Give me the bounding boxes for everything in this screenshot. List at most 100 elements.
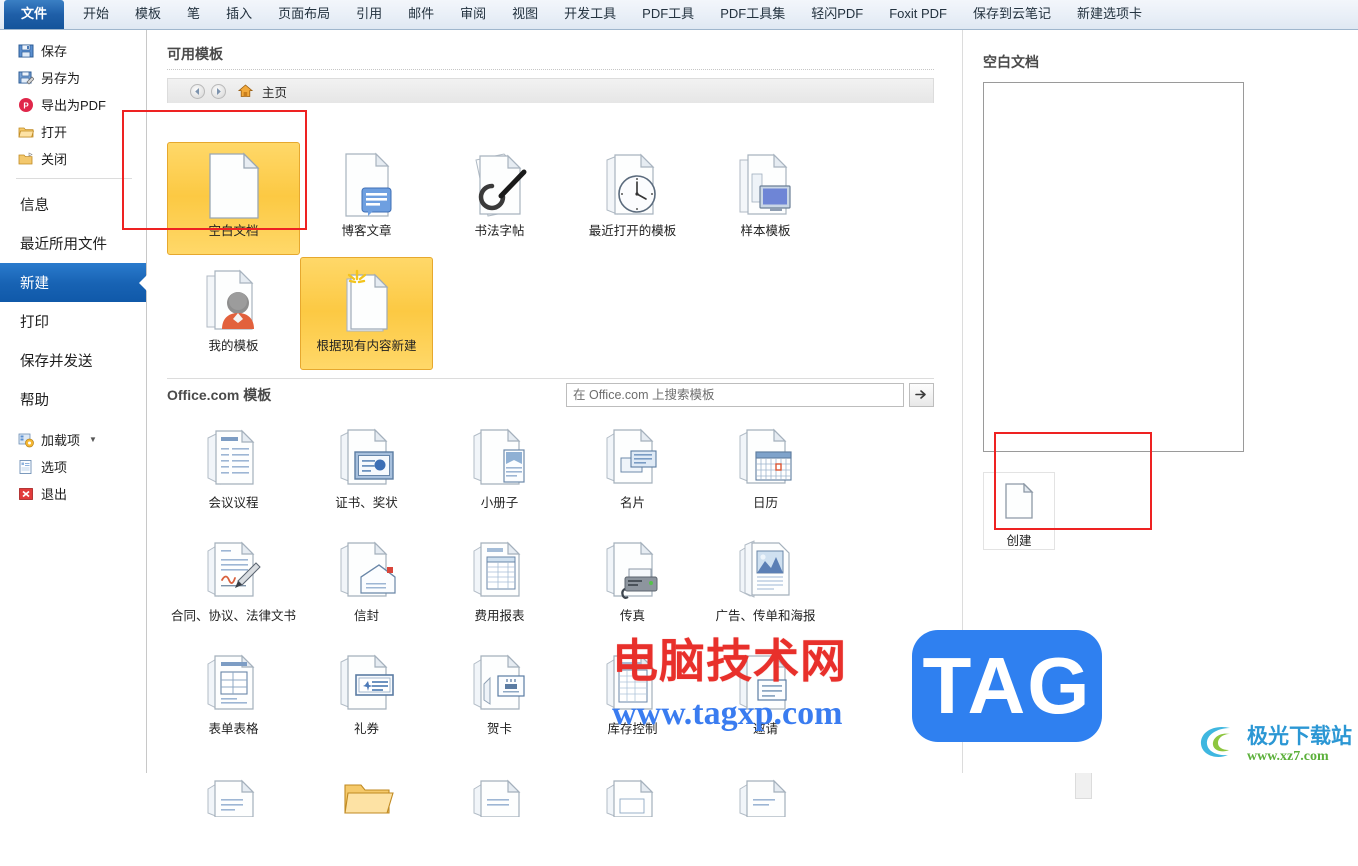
template-envelope[interactable]: 信封 bbox=[300, 527, 433, 640]
ribbon-tab-strip: 文件 开始 模板 笔 插入 页面布局 引用 邮件 审阅 视图 开发工具 PDF工… bbox=[0, 0, 1358, 30]
template-calligraphy[interactable]: 书法字帖 bbox=[433, 142, 566, 255]
template-label: 最近打开的模板 bbox=[588, 224, 677, 238]
tab-14[interactable]: 保存到云笔记 bbox=[960, 1, 1064, 29]
flyer-icon bbox=[734, 536, 798, 606]
sidebar-item-export-pdf[interactable]: P 导出为PDF bbox=[0, 91, 146, 118]
chevron-down-icon: ▼ bbox=[89, 435, 97, 444]
template-recent-templates[interactable]: 最近打开的模板 bbox=[566, 142, 699, 255]
template-row4-4[interactable] bbox=[566, 753, 699, 866]
my-templates-icon bbox=[202, 266, 266, 336]
sidebar-item-save-as[interactable]: 另存为 bbox=[0, 64, 146, 91]
create-button[interactable]: 创建 bbox=[983, 472, 1055, 550]
template-row4-1[interactable] bbox=[167, 753, 300, 866]
office-search-group bbox=[566, 382, 934, 407]
template-certificate[interactable]: 证书、奖状 bbox=[300, 414, 433, 527]
blank-document-icon bbox=[206, 151, 262, 221]
template-my-templates[interactable]: 我的模板 bbox=[167, 257, 300, 370]
template-label: 博客文章 bbox=[341, 224, 392, 238]
template-label: 我的模板 bbox=[208, 339, 259, 353]
sidebar-label: 最近所用文件 bbox=[20, 237, 107, 253]
template-contract[interactable]: 合同、协议、法律文书 bbox=[167, 527, 300, 640]
office-com-title: Office.com 模板 bbox=[167, 386, 272, 403]
template-form[interactable]: 表单表格 bbox=[167, 640, 300, 753]
template-agenda[interactable]: 会议议程 bbox=[167, 414, 300, 527]
tab-1[interactable]: 模板 bbox=[122, 1, 174, 29]
contract-icon bbox=[202, 536, 266, 606]
template-flyer[interactable]: 广告、传单和海报 bbox=[699, 527, 832, 640]
template-expense-report[interactable]: 费用报表 bbox=[433, 527, 566, 640]
watermark-jiguang: 极光下载站 www.xz7.com bbox=[1196, 722, 1352, 767]
template-fax[interactable]: 传真 bbox=[566, 527, 699, 640]
template-new-from-existing[interactable]: 根据现有内容新建 bbox=[300, 257, 433, 370]
tab-12[interactable]: 轻闪PDF bbox=[798, 1, 876, 29]
jiguang-url: www.xz7.com bbox=[1247, 748, 1329, 764]
template-gift-certificate[interactable]: 礼券 bbox=[300, 640, 433, 753]
search-input[interactable] bbox=[566, 382, 904, 407]
tab-5[interactable]: 引用 bbox=[343, 1, 395, 29]
tab-11[interactable]: PDF工具集 bbox=[707, 1, 798, 29]
export-pdf-icon: P bbox=[18, 97, 34, 113]
tab-13[interactable]: Foxit PDF bbox=[876, 1, 960, 29]
calendar-icon bbox=[734, 423, 798, 493]
sidebar-item-print[interactable]: 打印 bbox=[0, 302, 146, 341]
sidebar-item-options[interactable]: 选项 bbox=[0, 453, 146, 480]
sidebar-item-info[interactable]: 信息 bbox=[0, 185, 146, 224]
template-business-card[interactable]: 名片 bbox=[566, 414, 699, 527]
sidebar-item-addins[interactable]: 加载项 ▼ bbox=[0, 426, 146, 453]
template-inventory[interactable]: 库存控制 bbox=[566, 640, 699, 753]
calligraphy-icon bbox=[468, 151, 532, 221]
tab-3[interactable]: 插入 bbox=[213, 1, 265, 29]
tab-10[interactable]: PDF工具 bbox=[629, 1, 707, 29]
template-row4-5[interactable] bbox=[699, 753, 832, 866]
template-label: 库存控制 bbox=[607, 722, 658, 736]
template-blog-post[interactable]: 博客文章 bbox=[300, 142, 433, 255]
template-invitation[interactable]: 邀请 bbox=[699, 640, 832, 753]
sidebar-item-recent[interactable]: 最近所用文件 bbox=[0, 224, 146, 263]
template-calendar[interactable]: 日历 bbox=[699, 414, 832, 527]
template-row4-3[interactable] bbox=[433, 753, 566, 866]
agenda-icon bbox=[202, 423, 266, 493]
sidebar-label: 打开 bbox=[41, 125, 68, 140]
document-icon bbox=[1004, 482, 1034, 524]
tab-2[interactable]: 笔 bbox=[174, 1, 213, 29]
preview-page bbox=[983, 82, 1244, 452]
jiguang-logo-icon bbox=[1196, 722, 1240, 767]
tab-8[interactable]: 视图 bbox=[499, 1, 551, 29]
backstage-sidebar: 保存 另存为 P 导出为PDF 打开 关闭 信息 最近所用文件 新建 打印 保存… bbox=[0, 30, 147, 773]
template-row4-2[interactable] bbox=[300, 753, 433, 866]
template-label: 样本模板 bbox=[740, 224, 791, 238]
sidebar-item-save-send[interactable]: 保存并发送 bbox=[0, 341, 146, 380]
gift-certificate-icon bbox=[335, 649, 399, 719]
search-go-button[interactable] bbox=[909, 382, 934, 407]
arrow-right-icon[interactable] bbox=[211, 83, 226, 99]
preview-title: 空白文档 bbox=[983, 54, 1039, 70]
tab-file[interactable]: 文件 bbox=[4, 0, 65, 29]
template-blank-document[interactable]: 空白文档 bbox=[167, 142, 300, 255]
template-sample-templates[interactable]: 样本模板 bbox=[699, 142, 832, 255]
inventory-icon bbox=[601, 649, 665, 719]
tab-0[interactable]: 开始 bbox=[70, 1, 122, 29]
home-icon[interactable] bbox=[238, 84, 253, 98]
tab-6[interactable]: 邮件 bbox=[395, 1, 447, 29]
template-label: 信封 bbox=[353, 609, 379, 623]
tab-7[interactable]: 审阅 bbox=[447, 1, 499, 29]
tab-9[interactable]: 开发工具 bbox=[551, 1, 629, 29]
sidebar-item-help[interactable]: 帮助 bbox=[0, 380, 146, 419]
new-from-existing-icon bbox=[335, 266, 399, 336]
arrow-left-icon[interactable] bbox=[190, 83, 205, 99]
sidebar-item-new[interactable]: 新建 bbox=[0, 263, 147, 302]
sidebar-label: 选项 bbox=[41, 460, 68, 475]
breadcrumb-home-label[interactable]: 主页 bbox=[262, 82, 287, 101]
template-label: 会议议程 bbox=[208, 496, 259, 510]
tab-4[interactable]: 页面布局 bbox=[265, 1, 343, 29]
sidebar-item-open[interactable]: 打开 bbox=[0, 118, 146, 145]
sidebar-item-exit[interactable]: 退出 bbox=[0, 480, 146, 507]
template-brochure[interactable]: 小册子 bbox=[433, 414, 566, 527]
sidebar-label: 保存并发送 bbox=[20, 354, 93, 370]
template-greeting-card[interactable]: 贺卡 bbox=[433, 640, 566, 753]
tab-15[interactable]: 新建选项卡 bbox=[1064, 1, 1155, 29]
business-card-icon bbox=[601, 423, 665, 493]
sidebar-item-save[interactable]: 保存 bbox=[0, 37, 146, 64]
close-folder-icon bbox=[18, 151, 34, 167]
sidebar-item-close[interactable]: 关闭 bbox=[0, 145, 146, 172]
